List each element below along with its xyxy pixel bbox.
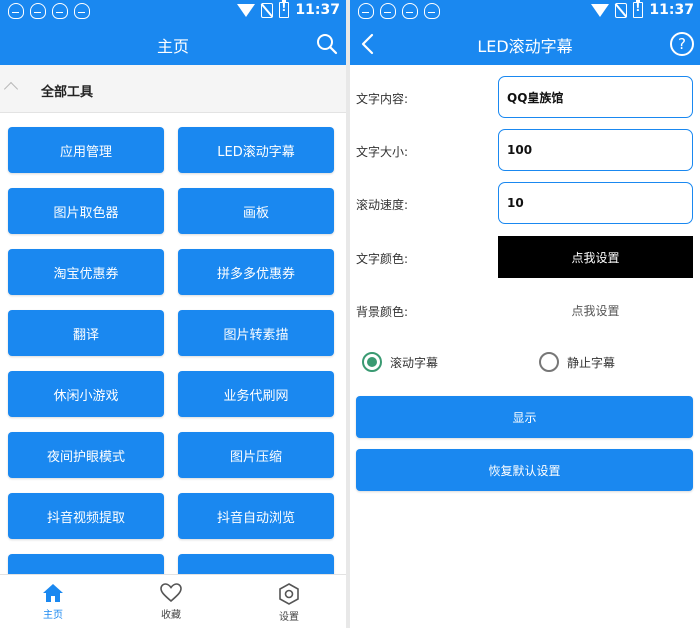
no-sim-icon (261, 2, 274, 18)
tool-app-manager-button[interactable]: 应用管理 (8, 127, 164, 173)
radio-static-label: 静止字幕 (567, 355, 616, 370)
text-color-button[interactable]: 点我设置 (498, 236, 693, 278)
scroll-speed-input[interactable] (498, 182, 693, 224)
tool-pinduoduo-coupon-button[interactable]: 拼多多优惠券 (178, 249, 334, 295)
app-bar: LED滚动字幕 ? (350, 24, 700, 65)
radio-checked-icon (362, 352, 382, 372)
tool-business-button[interactable]: 业务代刷网 (178, 371, 334, 417)
nav-label-favorites: 收藏 (161, 610, 181, 621)
notification-icon (30, 3, 46, 19)
status-time: 11:37 (649, 2, 694, 18)
radio-static[interactable]: 静止字幕 (539, 352, 615, 372)
notification-icons (8, 3, 90, 19)
tool-drawing-board-button[interactable]: 画板 (178, 188, 334, 234)
radio-scroll[interactable]: 滚动字幕 (362, 352, 438, 372)
tool-led-marquee-button[interactable]: LED滚动字幕 (178, 127, 334, 173)
notification-icon (358, 3, 374, 19)
section-header-all-tools[interactable]: 全部工具 (0, 65, 346, 113)
status-bar: 11:37 (350, 0, 700, 24)
reset-defaults-button[interactable]: 恢复默认设置 (356, 449, 693, 491)
notification-icon (8, 3, 24, 19)
text-content-label: 文字内容: (356, 92, 409, 106)
radio-scroll-label: 滚动字幕 (390, 355, 439, 370)
wifi-icon (237, 3, 256, 17)
status-time: 11:37 (295, 2, 340, 18)
tool-douyin-extract-button[interactable]: 抖音视频提取 (8, 493, 164, 539)
notification-icon (74, 3, 90, 19)
tool-night-mode-button[interactable]: 夜间护眼模式 (8, 432, 164, 478)
chevron-up-icon (3, 81, 19, 97)
home-icon (43, 584, 63, 602)
battery-icon (633, 0, 644, 18)
nav-label-home: 主页 (43, 610, 63, 621)
no-sim-icon (615, 2, 628, 18)
search-icon[interactable] (316, 33, 338, 55)
tool-sketch-button[interactable]: 图片转素描 (178, 310, 334, 356)
text-content-input[interactable] (498, 76, 693, 118)
text-color-label: 文字颜色: (356, 252, 409, 266)
page-title: 主页 (156, 37, 189, 56)
notification-icon (52, 3, 68, 19)
text-size-label: 文字大小: (356, 145, 409, 159)
home-screen: 11:37 主页 全部工具 应用管理 LED滚动字幕 图片取色器 画板 淘宝优惠… (0, 0, 346, 628)
tool-image-compress-button[interactable]: 图片压缩 (178, 432, 334, 478)
page-title: LED滚动字幕 (477, 37, 573, 56)
tool-taobao-coupon-button[interactable]: 淘宝优惠券 (8, 249, 164, 295)
section-title: 全部工具 (41, 85, 94, 100)
tool-douyin-browse-button[interactable]: 抖音自动浏览 (178, 493, 334, 539)
radio-unchecked-icon (539, 352, 559, 372)
battery-icon (279, 0, 290, 18)
bg-color-label: 背景颜色: (356, 305, 409, 319)
nav-item-settings[interactable]: 设置 (254, 583, 324, 623)
app-bar: 主页 (0, 24, 346, 65)
nav-item-home[interactable]: 主页 (18, 583, 88, 621)
nav-item-favorites[interactable]: 收藏 (136, 583, 206, 621)
scroll-speed-label: 滚动速度: (356, 198, 409, 212)
nav-label-settings: 设置 (279, 612, 299, 623)
tool-translate-button[interactable]: 翻译 (8, 310, 164, 356)
notification-icon (402, 3, 418, 19)
wifi-icon (591, 3, 610, 17)
help-icon[interactable]: ? (670, 32, 694, 56)
settings-icon (279, 583, 299, 605)
show-button[interactable]: 显示 (356, 396, 693, 438)
notification-icon (424, 3, 440, 19)
status-bar: 11:37 (0, 0, 346, 24)
led-marquee-screen: 11:37 LED滚动字幕 ? 文字内容: 文字大小: 滚动速度: 文字颜色: … (350, 0, 700, 628)
heart-icon (160, 583, 182, 603)
tool-mini-games-button[interactable]: 休闲小游戏 (8, 371, 164, 417)
notification-icons (358, 3, 440, 19)
bottom-nav: 主页 收藏 设置 (0, 574, 346, 628)
notification-icon (380, 3, 396, 19)
text-size-input[interactable] (498, 129, 693, 171)
tool-color-picker-button[interactable]: 图片取色器 (8, 188, 164, 234)
bg-color-button[interactable]: 点我设置 (498, 289, 693, 331)
